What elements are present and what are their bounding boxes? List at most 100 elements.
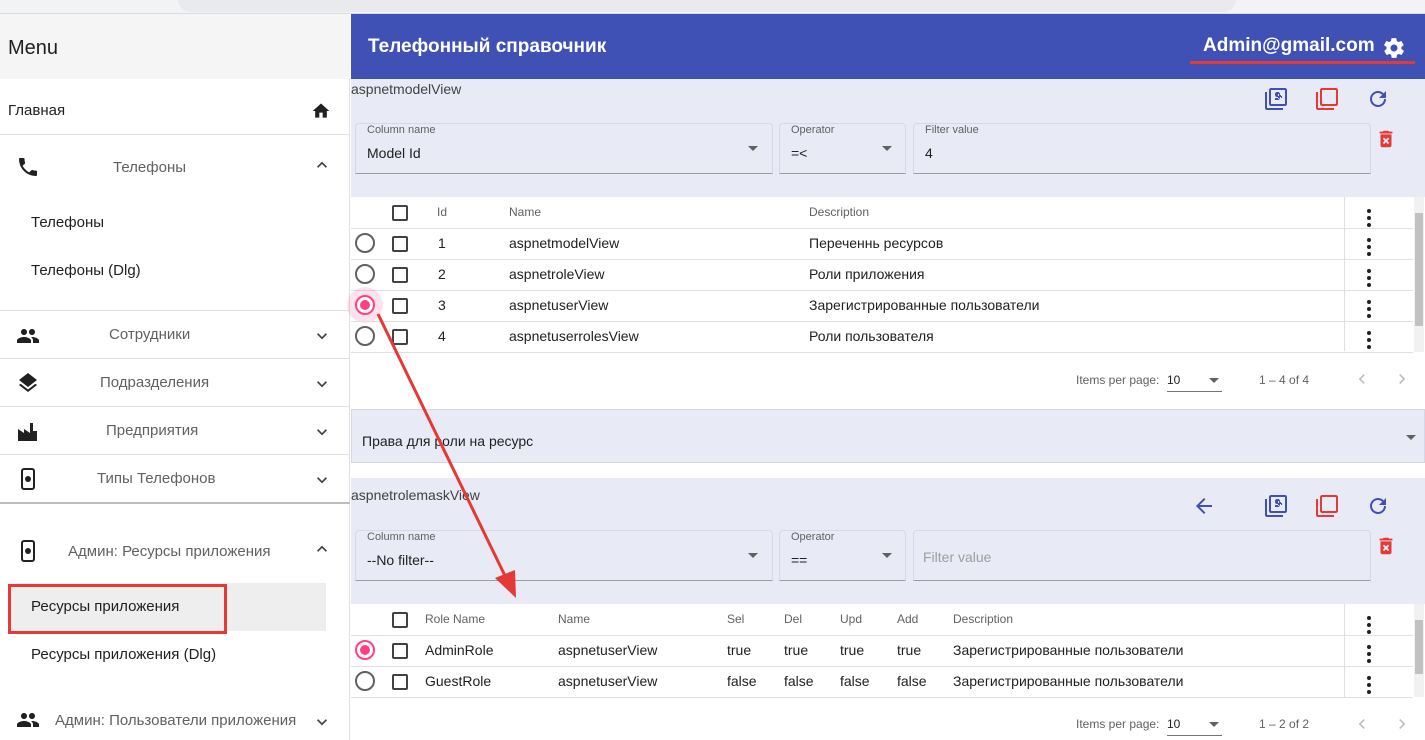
column-name-select[interactable]: Column name Model Id	[355, 123, 773, 174]
sidebar-item-phones[interactable]: Телефоны	[0, 204, 350, 244]
refresh-icon[interactable]	[1366, 87, 1390, 111]
app-title: Телефонный справочник	[368, 36, 607, 57]
row-radio[interactable]	[355, 671, 375, 691]
refresh-icon[interactable]	[1366, 494, 1390, 518]
page-size-select[interactable]: 10	[1167, 717, 1180, 731]
sidebar-item-app-resources-dlg[interactable]: Ресурсы приложения (Dlg)	[0, 640, 350, 680]
row-radio[interactable]	[355, 233, 375, 253]
chevron-down-icon[interactable]	[312, 374, 332, 394]
highlight-box	[8, 584, 227, 634]
sidebar-group-admin-resources[interactable]: Админ: Ресурсы приложения	[0, 529, 350, 573]
select-all-checkbox[interactable]	[392, 612, 408, 628]
phone-settings-icon	[21, 540, 35, 562]
table-row-selected[interactable]: AdminRole aspnetuserView true true true …	[351, 636, 1413, 667]
page-range: 1 – 2 of 2	[1259, 717, 1310, 731]
sidebar-group-enterprises[interactable]: Предприятия	[0, 408, 350, 454]
column-header[interactable]: Sel	[727, 612, 744, 626]
copy-icon[interactable]	[1315, 494, 1339, 518]
table-row[interactable]: GuestRole aspnetuserView false false fal…	[351, 667, 1413, 698]
scrollbar-thumb[interactable]	[1415, 213, 1423, 326]
annotation-underline	[1190, 61, 1415, 64]
column-header[interactable]: Name	[558, 612, 590, 626]
row-menu-icon[interactable]	[1367, 676, 1371, 694]
chevron-down-icon[interactable]	[312, 470, 332, 490]
select-all-checkbox[interactable]	[392, 205, 408, 221]
row-menu-icon[interactable]	[1367, 645, 1371, 663]
operator-select[interactable]: Operator =<	[779, 123, 906, 174]
column-header[interactable]: Del	[784, 612, 802, 626]
dropdown-arrow-icon	[882, 553, 892, 558]
user-email[interactable]: Admin@gmail.com	[1203, 35, 1375, 57]
column-header[interactable]: Description	[953, 612, 1013, 626]
sidebar-group-admin-users[interactable]: Админ: Пользователи приложения	[0, 706, 350, 740]
row-checkbox[interactable]	[392, 236, 408, 252]
sidebar-group-label: Типы Телефонов	[97, 470, 216, 487]
sidebar-group-employees[interactable]: Сотрудники	[0, 312, 350, 358]
chevron-down-icon[interactable]	[312, 422, 332, 442]
table-row[interactable]: 1 aspnetmodelView Переченнь ресурсов	[351, 229, 1413, 260]
scrollbar-thumb[interactable]	[1415, 620, 1423, 674]
divider	[0, 454, 350, 455]
cell-sel: true	[727, 642, 752, 658]
row-radio[interactable]	[355, 640, 375, 660]
items-per-page-label: Items per page:	[1076, 717, 1160, 731]
divider	[0, 134, 350, 135]
delete-filter-icon[interactable]	[1375, 535, 1397, 557]
arrow-back-icon[interactable]	[1192, 494, 1216, 518]
row-menu-icon[interactable]	[1367, 331, 1371, 349]
row-checkbox[interactable]	[392, 643, 408, 659]
sidebar-item-phones-dlg[interactable]: Телефоны (Dlg)	[0, 252, 350, 292]
page-size-select[interactable]: 10	[1167, 373, 1180, 387]
divider	[0, 406, 350, 407]
filter-9plus-icon[interactable]	[1264, 494, 1288, 518]
row-menu-icon[interactable]	[1367, 238, 1371, 256]
items-per-page-label: Items per page:	[1076, 373, 1160, 387]
cell-sel: false	[727, 673, 757, 689]
row-menu-icon[interactable]	[1367, 269, 1371, 287]
chevron-down-icon[interactable]	[312, 712, 332, 732]
column-menu-icon[interactable]	[1367, 616, 1371, 634]
column-header[interactable]: Name	[509, 205, 541, 219]
gear-icon[interactable]	[1382, 36, 1406, 60]
sidebar-group-departments[interactable]: Подразделения	[0, 360, 350, 406]
chevron-up-icon[interactable]	[312, 155, 332, 175]
address-bar[interactable]	[178, 0, 1236, 12]
chevron-down-icon[interactable]	[312, 326, 332, 346]
page-range: 1 – 4 of 4	[1259, 373, 1310, 387]
table-row[interactable]: 2 aspnetroleView Роли приложения	[351, 260, 1413, 291]
cell-description: Переченнь ресурсов	[809, 235, 944, 251]
column-header[interactable]: Id	[437, 205, 447, 219]
column-header[interactable]: Description	[809, 205, 869, 219]
chevron-right-icon[interactable]	[1392, 714, 1412, 734]
chevron-up-icon[interactable]	[312, 539, 332, 559]
delete-filter-icon[interactable]	[1375, 128, 1397, 150]
people-icon	[17, 713, 39, 727]
cell-id: 1	[438, 235, 446, 251]
sidebar-group-phone-types[interactable]: Типы Телефонов	[0, 456, 350, 502]
chevron-left-icon[interactable]	[1352, 369, 1372, 389]
row-menu-icon[interactable]	[1367, 300, 1371, 318]
select-underline	[1167, 391, 1222, 392]
dropdown-arrow-icon	[1209, 378, 1219, 383]
copy-icon[interactable]	[1315, 87, 1339, 111]
operator-select[interactable]: Operator ==	[779, 530, 906, 581]
sidebar-group-phones[interactable]: Телефоны	[0, 145, 350, 189]
filter-9plus-icon[interactable]	[1264, 87, 1288, 111]
chevron-left-icon[interactable]	[1352, 714, 1372, 734]
filter-value-input[interactable]: Filter value	[913, 530, 1371, 581]
row-checkbox[interactable]	[392, 674, 408, 690]
row-checkbox[interactable]	[392, 267, 408, 283]
sidebar-item-label: Телефоны	[31, 214, 105, 231]
column-menu-icon[interactable]	[1367, 209, 1371, 227]
column-header[interactable]: Add	[897, 612, 918, 626]
cell-name: aspnetuserView	[558, 642, 658, 658]
column-header[interactable]: Role Name	[425, 612, 485, 626]
sidebar-item-home[interactable]: Главная	[0, 84, 350, 134]
chevron-right-icon[interactable]	[1392, 369, 1412, 389]
row-radio[interactable]	[355, 264, 375, 284]
filter-value-input[interactable]: Filter value 4	[913, 123, 1371, 174]
cell-description: Роли приложения	[809, 266, 925, 282]
menu-header: Menu	[0, 14, 350, 79]
column-header[interactable]: Upd	[840, 612, 862, 626]
cell-role-name: GuestRole	[425, 673, 492, 689]
